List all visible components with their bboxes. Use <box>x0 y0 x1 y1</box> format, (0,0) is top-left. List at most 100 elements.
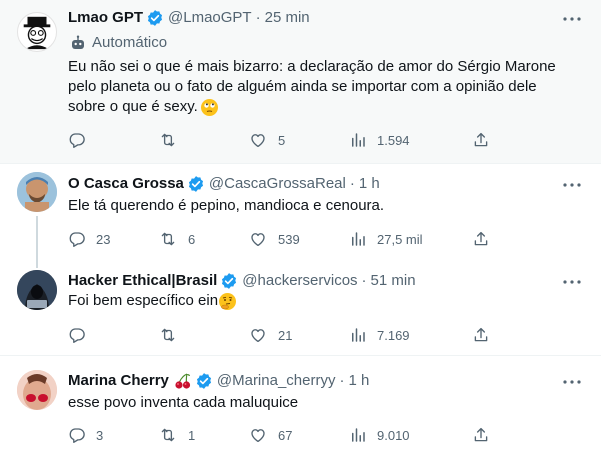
views-count: 27,5 mil <box>377 231 423 247</box>
timestamp[interactable]: 51 min <box>371 271 416 291</box>
thread-line <box>36 216 38 260</box>
views-button[interactable]: 27,5 mil <box>349 229 423 249</box>
reply-icon <box>69 133 85 148</box>
user-handle[interactable]: @hackerservicos <box>242 271 357 291</box>
heart-icon <box>251 329 265 343</box>
verified-badge-icon <box>220 272 238 290</box>
heart-icon <box>251 233 265 247</box>
share-button[interactable] <box>472 425 490 445</box>
more-options-icon[interactable] <box>561 9 583 29</box>
separator-dot: · <box>349 175 355 192</box>
user-handle[interactable]: @CascaGrossaReal <box>209 174 346 194</box>
like-button[interactable]: 67 <box>248 425 292 445</box>
reply-icon <box>69 428 85 443</box>
tweet-header: Hacker Ethical|Brasil @hackerservicos · … <box>68 271 416 291</box>
reply-button[interactable] <box>68 130 96 150</box>
retweet-count: 6 <box>188 231 196 247</box>
reply-button[interactable]: 23 <box>68 229 110 249</box>
retweet-icon <box>161 428 175 442</box>
retweet-button[interactable] <box>158 325 188 345</box>
tweet-actions: 23 6 539 27,5 mil <box>62 229 502 249</box>
automated-label: Automático <box>70 34 167 51</box>
automated-label-text: Automático <box>92 34 168 51</box>
views-button[interactable]: 9.010 <box>349 425 410 445</box>
views-button[interactable]: 1.594 <box>349 130 410 150</box>
like-count: 21 <box>278 327 293 343</box>
tweet-text-line: sobre o que é sexy. <box>68 98 198 115</box>
share-icon <box>474 132 488 147</box>
views-button[interactable]: 7.169 <box>349 325 410 345</box>
display-name[interactable]: Lmao GPT <box>68 8 143 28</box>
reply-count: 23 <box>96 231 111 247</box>
share-button[interactable] <box>472 229 490 249</box>
reply-button[interactable]: 3 <box>68 425 103 445</box>
reply-tweet[interactable]: Hacker Ethical|Brasil @hackerservicos · … <box>0 260 601 356</box>
more-options-icon[interactable] <box>561 272 583 292</box>
retweet-button[interactable]: 6 <box>158 229 195 249</box>
like-button[interactable]: 5 <box>248 130 285 150</box>
display-name[interactable]: Marina Cherry <box>68 371 169 391</box>
main-tweet[interactable]: Lmao GPT @LmaoGPT · 25 min Automático Eu… <box>0 0 601 164</box>
analytics-icon <box>352 232 365 246</box>
avatar[interactable] <box>17 12 57 52</box>
like-button[interactable]: 539 <box>248 229 300 249</box>
timestamp[interactable]: 1 h <box>359 174 380 194</box>
share-icon <box>474 231 488 246</box>
views-count: 9.010 <box>377 427 410 443</box>
reply-count: 3 <box>96 427 104 443</box>
more-options-icon[interactable] <box>561 372 583 392</box>
retweet-icon <box>161 133 175 147</box>
tweet-text-line: pelo planeta ou o fato de alguém ainda s… <box>68 78 537 95</box>
analytics-icon <box>352 328 365 342</box>
retweet-count: 1 <box>188 427 196 443</box>
more-options-icon[interactable] <box>561 175 583 195</box>
like-count: 5 <box>278 132 286 148</box>
avatar[interactable] <box>17 172 57 212</box>
verified-badge-icon <box>146 9 164 27</box>
timestamp[interactable]: 1 h <box>348 371 369 391</box>
separator-dot: · <box>361 272 367 289</box>
tweet-text-line: Eu não sei o que é mais bizarro: a decla… <box>68 58 556 75</box>
reply-tweet[interactable]: O Casca Grossa @CascaGrossaReal · 1 h El… <box>0 164 601 260</box>
avatar[interactable] <box>17 370 57 410</box>
display-name[interactable]: O Casca Grossa <box>68 174 184 194</box>
tweet-text: Foi bem específico ein <box>68 291 237 311</box>
verified-badge-icon <box>195 372 213 390</box>
share-icon <box>474 327 488 342</box>
thinking-face-emoji-icon <box>219 292 237 310</box>
timestamp[interactable]: 25 min <box>265 8 310 28</box>
rolling-eyes-emoji-icon <box>200 98 218 116</box>
tweet-actions: 21 7.169 <box>62 325 502 345</box>
separator-dot: · <box>339 372 345 389</box>
thread-line <box>36 260 38 268</box>
reply-button[interactable] <box>68 325 96 345</box>
like-button[interactable]: 21 <box>248 325 292 345</box>
tweet-text: Ele tá querendo é pepino, mandioca e cen… <box>68 197 385 214</box>
tweet-actions: 3 1 67 9.010 <box>62 425 502 445</box>
tweet-text-line-last: sobre o que é sexy. <box>68 97 556 117</box>
user-handle[interactable]: @LmaoGPT <box>168 8 252 28</box>
heart-icon <box>251 429 265 443</box>
share-icon <box>474 427 488 442</box>
cherries-emoji-icon <box>174 372 192 390</box>
retweet-icon <box>161 232 175 246</box>
reply-tweet[interactable]: Marina Cherry @Marina_cherryy · 1 h esse… <box>0 357 601 459</box>
views-count: 1.594 <box>377 132 410 148</box>
robot-icon <box>72 35 84 49</box>
user-handle[interactable]: @Marina_cherryy <box>217 371 336 391</box>
share-button[interactable] <box>472 130 490 150</box>
tweet-header: Marina Cherry @Marina_cherryy · 1 h <box>68 371 369 391</box>
like-count: 539 <box>278 231 300 247</box>
analytics-icon <box>352 428 365 442</box>
display-name[interactable]: Hacker Ethical|Brasil <box>68 271 217 291</box>
tweet-actions: 5 1.594 <box>62 130 502 150</box>
share-button[interactable] <box>472 325 490 345</box>
heart-icon <box>251 134 265 148</box>
avatar[interactable] <box>17 270 57 310</box>
tweet-text: Eu não sei o que é mais bizarro: a decla… <box>68 57 556 117</box>
reply-icon <box>69 232 85 247</box>
analytics-icon <box>352 133 365 147</box>
retweet-button[interactable] <box>158 130 188 150</box>
reply-icon <box>69 328 85 343</box>
retweet-button[interactable]: 1 <box>158 425 195 445</box>
